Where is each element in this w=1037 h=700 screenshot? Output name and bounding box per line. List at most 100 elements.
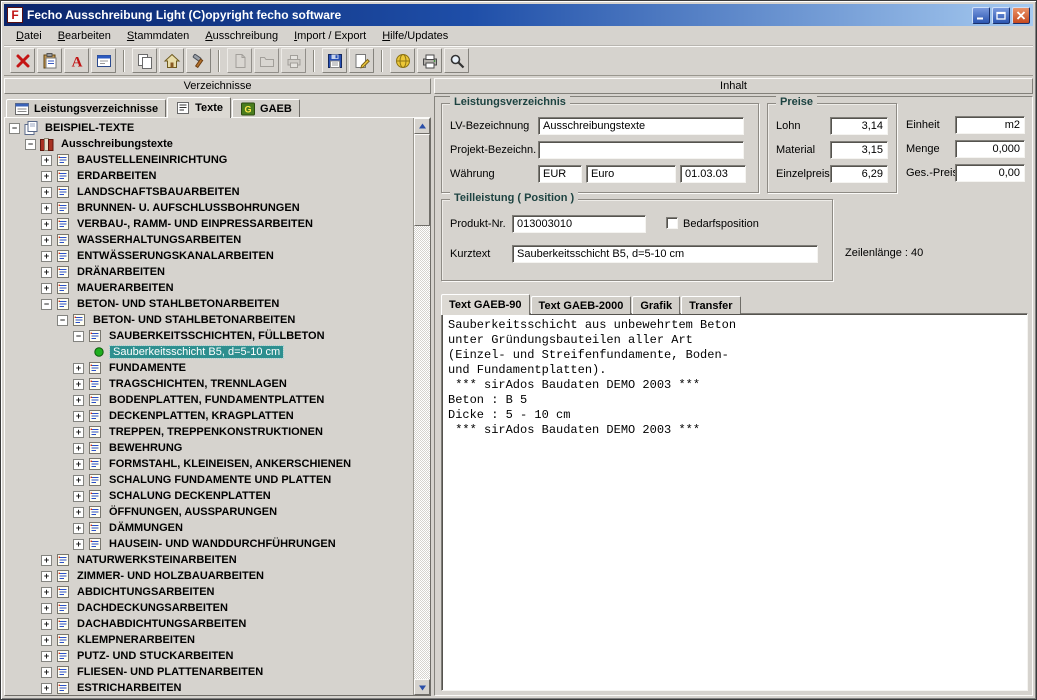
tree-item[interactable]: −BEISPIEL-TEXTE (9, 120, 413, 136)
exit-icon[interactable] (10, 48, 35, 73)
tab-text-gaeb-2000[interactable]: Text GAEB-2000 (531, 296, 632, 314)
menu-item-bearbeiten[interactable]: Bearbeiten (50, 28, 119, 44)
waehrung-datum-field[interactable]: 01.03.03 (680, 165, 746, 183)
text-memo[interactable]: Sauberkeitsschicht aus unbewehrtem Beton… (441, 313, 1028, 691)
tree-item[interactable]: +FORMSTAHL, KLEINEISEN, ANKERSCHIENEN (9, 456, 413, 472)
tab-grafik[interactable]: Grafik (632, 296, 680, 314)
tree-item[interactable]: +SCHALUNG FUNDAMENTE UND PLATTEN (9, 472, 413, 488)
tree-item[interactable]: +ÖFFNUNGEN, AUSSPARUNGEN (9, 504, 413, 520)
expand-toggle[interactable]: + (41, 635, 52, 646)
expand-toggle[interactable]: + (73, 427, 84, 438)
save-icon[interactable] (322, 48, 347, 73)
tab-gaeb[interactable]: GGAEB (232, 99, 300, 117)
tree-item[interactable]: +ENTWÄSSERUNGSKANALARBEITEN (9, 248, 413, 264)
font-icon[interactable]: A (64, 48, 89, 73)
tab-transfer[interactable]: Transfer (681, 296, 740, 314)
tree-item[interactable]: +BEWEHRUNG (9, 440, 413, 456)
tree-item[interactable]: +TREPPEN, TREPPENKONSTRUKTIONEN (9, 424, 413, 440)
expand-toggle[interactable]: + (73, 363, 84, 374)
tree-item[interactable]: +BRUNNEN- U. AUFSCHLUSSBOHRUNGEN (9, 200, 413, 216)
expand-toggle[interactable]: + (73, 491, 84, 502)
expand-toggle[interactable]: + (41, 283, 52, 294)
tree-item[interactable]: −BETON- UND STAHLBETONARBEITEN (9, 296, 413, 312)
tab-leistungsverzeichnisse[interactable]: Leistungsverzeichnisse (6, 99, 166, 117)
search-icon[interactable] (444, 48, 469, 73)
expand-toggle[interactable]: + (41, 683, 52, 694)
minimize-button[interactable] (972, 7, 990, 24)
einheit-field[interactable]: m2 (955, 116, 1025, 134)
tree-item[interactable]: +ZIMMER- UND HOLZBAUARBEITEN (9, 568, 413, 584)
tree-scrollbar[interactable] (413, 118, 430, 695)
menu-item-stammdaten[interactable]: Stammdaten (119, 28, 197, 44)
expand-toggle[interactable]: + (73, 475, 84, 486)
tree-item[interactable]: +MAUERARBEITEN (9, 280, 413, 296)
tree-item[interactable]: +DECKENPLATTEN, KRAGPLATTEN (9, 408, 413, 424)
expand-toggle[interactable]: + (41, 667, 52, 678)
tree-item[interactable]: +SCHALUNG DECKENPLATTEN (9, 488, 413, 504)
tree-item[interactable]: +LANDSCHAFTSBAUARBEITEN (9, 184, 413, 200)
paste-icon[interactable] (37, 48, 62, 73)
waehrung-code-field[interactable]: EUR (538, 165, 582, 183)
tree-item[interactable]: +DÄMMUNGEN (9, 520, 413, 536)
expand-toggle[interactable]: + (41, 171, 52, 182)
menge-field[interactable]: 0,000 (955, 140, 1025, 158)
close-button[interactable] (1012, 7, 1030, 24)
tree-item[interactable]: −SAUBERKEITSSCHICHTEN, FÜLLBETON (9, 328, 413, 344)
lv-bezeichnung-field[interactable]: Ausschreibungstexte (538, 117, 744, 135)
kurztext-field[interactable]: Sauberkeitsschicht B5, d=5-10 cm (512, 245, 818, 263)
expand-toggle[interactable]: + (41, 619, 52, 630)
maximize-button[interactable] (992, 7, 1010, 24)
menu-item-import-export[interactable]: Import / Export (286, 28, 374, 44)
copy-icon[interactable] (132, 48, 157, 73)
scroll-track[interactable] (414, 134, 430, 679)
expand-toggle[interactable]: + (41, 187, 52, 198)
tree-item[interactable]: +WASSERHALTUNGSARBEITEN (9, 232, 413, 248)
tree-item[interactable]: −Ausschreibungstexte (9, 136, 413, 152)
tree-item[interactable]: +DACHABDICHTUNGSARBEITEN (9, 616, 413, 632)
tree-item[interactable]: +ERDARBEITEN (9, 168, 413, 184)
expand-toggle[interactable]: + (41, 267, 52, 278)
material-field[interactable]: 3,15 (830, 141, 888, 159)
expand-toggle[interactable]: + (73, 379, 84, 390)
expand-toggle[interactable]: + (73, 395, 84, 406)
tree-item[interactable]: +HAUSEIN- UND WANDDURCHFÜHRUNGEN (9, 536, 413, 552)
tree-item[interactable]: +BODENPLATTEN, FUNDAMENTPLATTEN (9, 392, 413, 408)
expand-toggle[interactable]: + (41, 155, 52, 166)
tree-item[interactable]: +PUTZ- UND STUCKARBEITEN (9, 648, 413, 664)
home-icon[interactable] (159, 48, 184, 73)
edit-icon[interactable] (349, 48, 374, 73)
tree-item[interactable]: +BAUSTELLENEINRICHTUNG (9, 152, 413, 168)
expand-toggle[interactable]: + (41, 587, 52, 598)
expand-toggle[interactable]: + (41, 203, 52, 214)
collapse-toggle[interactable]: − (41, 299, 52, 310)
expand-toggle[interactable]: + (41, 651, 52, 662)
print-icon[interactable] (417, 48, 442, 73)
tree-item[interactable]: +DACHDECKUNGSARBEITEN (9, 600, 413, 616)
einzelpreis-field[interactable]: 6,29 (830, 165, 888, 183)
tree-item[interactable]: +ESTRICHARBEITEN (9, 680, 413, 695)
expand-toggle[interactable]: + (41, 555, 52, 566)
expand-toggle[interactable]: + (41, 571, 52, 582)
tab-texte[interactable]: Texte (167, 97, 231, 118)
expand-toggle[interactable]: + (73, 523, 84, 534)
tree-item[interactable]: +VERBAU-, RAMM- UND EINPRESSARBEITEN (9, 216, 413, 232)
tree-item[interactable]: Sauberkeitsschicht B5, d=5-10 cm (9, 344, 413, 360)
collapse-toggle[interactable]: − (73, 331, 84, 342)
tree-item[interactable]: +FLIESEN- UND PLATTENARBEITEN (9, 664, 413, 680)
collapse-toggle[interactable]: − (57, 315, 68, 326)
expand-toggle[interactable]: + (41, 235, 52, 246)
expand-toggle[interactable]: + (73, 507, 84, 518)
tree-item[interactable]: +ABDICHTUNGSARBEITEN (9, 584, 413, 600)
expand-toggle[interactable]: + (73, 411, 84, 422)
tab-text-gaeb-90[interactable]: Text GAEB-90 (441, 294, 530, 315)
ges-preis-field[interactable]: 0,00 (955, 164, 1025, 182)
expand-toggle[interactable]: + (41, 603, 52, 614)
form-icon[interactable] (91, 48, 116, 73)
expand-toggle[interactable]: + (41, 219, 52, 230)
titlebar[interactable]: F Fecho Ausschreibung Light (C)opyright … (4, 4, 1033, 26)
expand-toggle[interactable]: + (41, 251, 52, 262)
tree-item[interactable]: +FUNDAMENTE (9, 360, 413, 376)
expand-toggle[interactable]: + (73, 443, 84, 454)
menu-item-datei[interactable]: Datei (8, 28, 50, 44)
scroll-thumb[interactable] (414, 134, 430, 226)
